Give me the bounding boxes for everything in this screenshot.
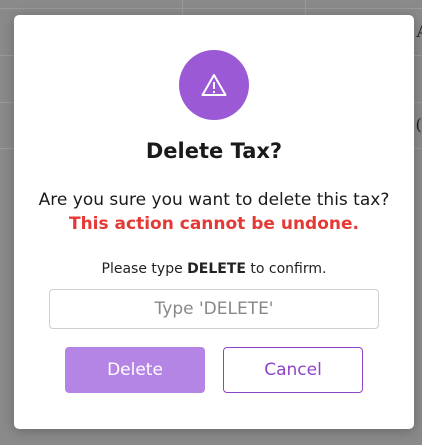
delete-tax-dialog: Delete Tax? Are you sure you want to del…	[14, 15, 414, 429]
confirm-instruction: Please type DELETE to confirm.	[14, 261, 414, 277]
warning-icon-badge	[179, 50, 249, 120]
cancel-button[interactable]: Cancel	[223, 347, 363, 393]
confirm-delete-input[interactable]	[49, 289, 379, 329]
background-cell-text: A	[416, 22, 422, 41]
confirm-keyword: DELETE	[187, 261, 246, 277]
background-row-divider	[0, 8, 422, 9]
confirm-prefix: Please type	[101, 261, 183, 277]
dialog-message: Are you sure you want to delete this tax…	[38, 190, 390, 210]
dialog-title: Delete Tax?	[145, 139, 283, 163]
delete-button[interactable]: Delete	[65, 347, 205, 393]
background-cell-text: ((	[415, 115, 422, 134]
dialog-warning: This action cannot be undone.	[68, 214, 359, 234]
confirm-suffix: to confirm.	[250, 261, 327, 277]
warning-triangle-icon	[201, 74, 227, 96]
